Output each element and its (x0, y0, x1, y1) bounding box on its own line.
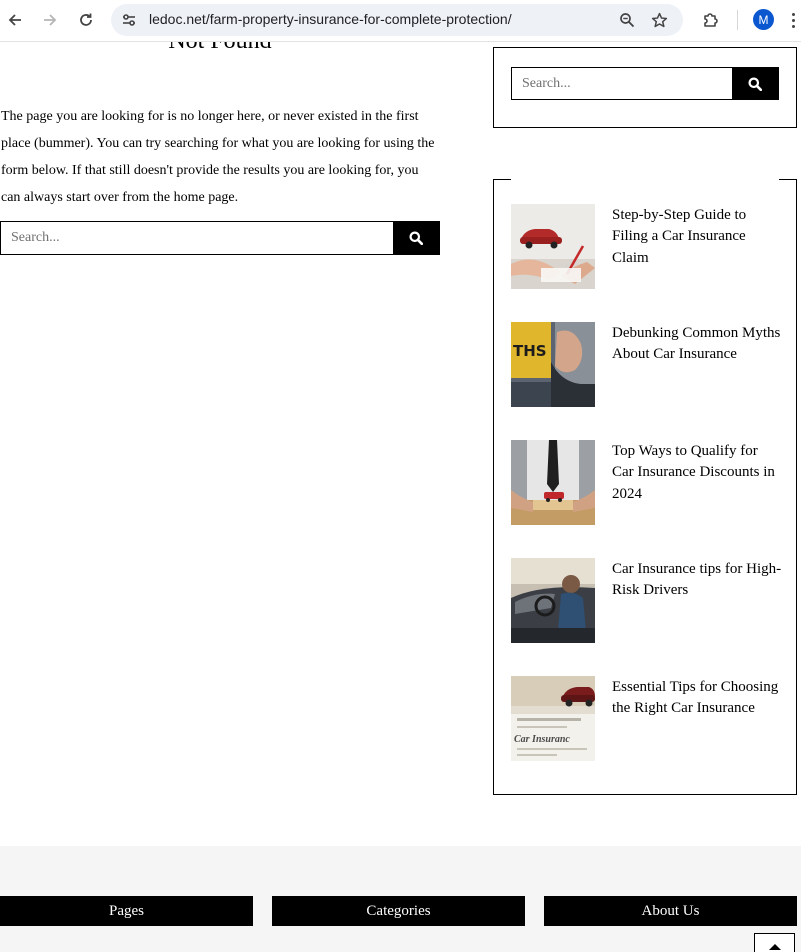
site-footer: Pages Categories About Us (0, 846, 801, 952)
star-icon (651, 12, 667, 27)
post-title-link[interactable]: Car Insurance tips for High-Risk Drivers (612, 559, 782, 602)
footer-tab-about-us[interactable]: About Us (544, 896, 797, 926)
post-title-link[interactable]: Top Ways to Qualify for Car Insurance Di… (612, 441, 782, 505)
browser-toolbar: ledoc.net/farm-property-insurance-for-co… (0, 0, 801, 42)
thumbnail-sign-text: THS (513, 342, 547, 360)
search-icon (409, 231, 423, 245)
recent-post-item[interactable]: THS Debunking Common Myths About Car Ins… (511, 322, 781, 408)
main-search-input[interactable] (1, 222, 393, 254)
forward-button[interactable] (37, 7, 63, 33)
zoom-icon (620, 13, 635, 28)
post-title-link[interactable]: Essential Tips for Choosing the Right Ca… (612, 677, 782, 720)
recent-post-item[interactable]: Car Insuranc Essential Tips for Choosing… (511, 676, 781, 762)
search-icon (748, 77, 762, 91)
url-text[interactable]: ledoc.net/farm-property-insurance-for-co… (149, 11, 512, 27)
recent-post-item[interactable]: Top Ways to Qualify for Car Insurance Di… (511, 440, 781, 526)
thumbnail-form-text: Car Insuranc (514, 734, 570, 745)
reload-button[interactable] (73, 7, 99, 33)
main-search-form (0, 221, 440, 255)
toolbar-divider (737, 10, 738, 30)
site-info-button[interactable] (120, 11, 138, 29)
recent-posts-widget: Step-by-Step Guide to Filing a Car Insur… (493, 178, 797, 795)
bookmark-button[interactable] (649, 10, 669, 30)
post-thumbnail[interactable] (511, 558, 595, 643)
post-title-link[interactable]: Step-by-Step Guide to Filing a Car Insur… (612, 205, 782, 269)
recent-post-item[interactable]: Car Insurance tips for High-Risk Drivers (511, 558, 781, 644)
address-bar[interactable]: ledoc.net/farm-property-insurance-for-co… (111, 4, 683, 36)
more-vert-icon (791, 12, 795, 16)
sidebar-search-form (511, 67, 779, 100)
post-thumbnail[interactable] (511, 440, 595, 525)
reload-icon (80, 13, 92, 26)
back-button[interactable] (2, 7, 28, 33)
back-to-top-button[interactable] (754, 933, 795, 952)
sidebar-search-button[interactable] (732, 68, 778, 99)
browser-menu-button[interactable] (785, 7, 801, 33)
post-thumbnail[interactable]: Car Insuranc (511, 676, 595, 761)
puzzle-icon (704, 13, 718, 27)
not-found-message: The page you are looking for is no longe… (1, 109, 435, 205)
main-search-button[interactable] (393, 222, 439, 254)
profile-avatar[interactable]: M (753, 9, 774, 30)
zoom-button[interactable] (617, 10, 637, 30)
extensions-button[interactable] (698, 7, 724, 33)
recent-post-item[interactable]: Step-by-Step Guide to Filing a Car Insur… (511, 204, 781, 290)
arrow-right-icon (44, 14, 57, 26)
post-thumbnail[interactable] (511, 204, 595, 289)
post-thumbnail[interactable]: THS (511, 322, 595, 407)
post-title-link[interactable]: Debunking Common Myths About Car Insuran… (612, 323, 782, 366)
widget-heading-gap (511, 178, 779, 182)
tune-icon (123, 14, 135, 26)
sidebar-search-input[interactable] (512, 68, 732, 99)
sidebar-search-widget (493, 47, 797, 128)
footer-tab-categories[interactable]: Categories (272, 896, 525, 926)
chevron-up-icon (768, 944, 781, 950)
footer-tab-pages[interactable]: Pages (0, 896, 253, 926)
arrow-left-icon (8, 14, 21, 26)
